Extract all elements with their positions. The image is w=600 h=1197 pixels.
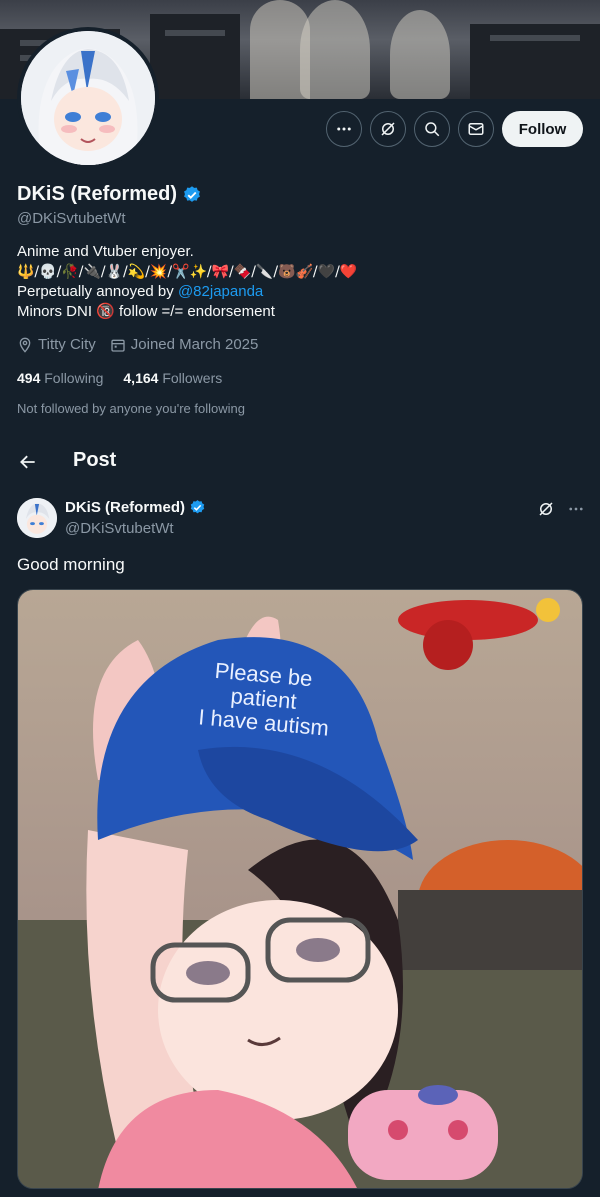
following-link[interactable]: 494 Following: [17, 370, 103, 386]
profile-handle: @DKiSvtubetWt: [17, 210, 126, 227]
profile-bio: Anime and Vtuber enjoyer. 🔱/💀/🥀/🔌/🐰/💫/💥/…: [17, 242, 577, 322]
followers-link[interactable]: 4,164 Followers: [123, 370, 222, 386]
post-header-title: Post: [73, 449, 117, 471]
followers-label: Followers: [162, 370, 223, 386]
grok-icon: [381, 122, 395, 136]
not-followed-notice: Not followed by anyone you're following: [17, 401, 245, 416]
location-text: Titty City: [38, 336, 96, 353]
more-icon: [337, 127, 351, 131]
display-name-text: DKiS (Reformed): [17, 183, 178, 205]
bio-line: Anime and Vtuber enjoyer.: [17, 243, 194, 260]
mention-link[interactable]: @82japanda: [178, 283, 263, 300]
message-icon: [468, 123, 484, 135]
verified-badge-icon[interactable]: [182, 185, 202, 205]
grok-icon[interactable]: [537, 500, 555, 518]
verified-badge-icon[interactable]: [189, 499, 206, 516]
following-count: 494: [17, 370, 41, 386]
bio-annoyed-text: Perpetually annoyed by: [17, 283, 178, 300]
post-header: Post: [0, 438, 600, 484]
profile-avatar[interactable]: [17, 27, 159, 169]
followers-count: 4,164: [123, 370, 159, 386]
following-label: Following: [44, 370, 104, 386]
avatar-illustration: [21, 31, 155, 165]
tweet-author-name[interactable]: DKiS (Reformed): [65, 499, 206, 516]
location: Titty City: [17, 336, 96, 353]
more-options-button[interactable]: [326, 111, 362, 147]
meme-illustration: Please be patient I have autism: [18, 590, 582, 1188]
profile-display-name: DKiS (Reformed): [17, 183, 202, 206]
search-button[interactable]: [414, 111, 450, 147]
tweet-author-handle[interactable]: @DKiSvtubetWt: [65, 520, 174, 537]
bio-annoyed-line: Perpetually annoyed by @82japanda: [17, 282, 577, 302]
join-date-text: Joined March 2025: [130, 336, 259, 353]
bio-minors-line: Minors DNI 🔞 follow =/= endorsement: [17, 303, 275, 320]
join-date: Joined March 2025: [110, 336, 259, 353]
grok-button[interactable]: [370, 111, 406, 147]
follow-button[interactable]: Follow: [502, 111, 583, 147]
calendar-icon: [111, 339, 125, 352]
search-icon: [425, 122, 440, 137]
avatar-illustration: [17, 498, 57, 538]
tweet-text: Good morning: [17, 555, 125, 574]
profile-meta: Titty City Joined March 2025: [17, 336, 272, 353]
bio-emoji-line: 🔱/💀/🥀/🔌/🐰/💫/💥/✂️✨/🎀/🍫/🔪/🐻🎻/🖤/❤️: [17, 264, 358, 280]
follow-counts: 494 Following 4,164 Followers: [17, 370, 222, 386]
tweet-actions-top: [537, 500, 585, 518]
location-pin-icon: [19, 337, 31, 353]
tweet-author-avatar[interactable]: [17, 498, 57, 538]
back-arrow-icon[interactable]: [18, 452, 38, 472]
tweet-media-image[interactable]: Please be patient I have autism: [17, 589, 583, 1189]
tweet-author-name-text: DKiS (Reformed): [65, 499, 186, 516]
message-button[interactable]: [458, 111, 494, 147]
more-icon[interactable]: [567, 500, 585, 518]
